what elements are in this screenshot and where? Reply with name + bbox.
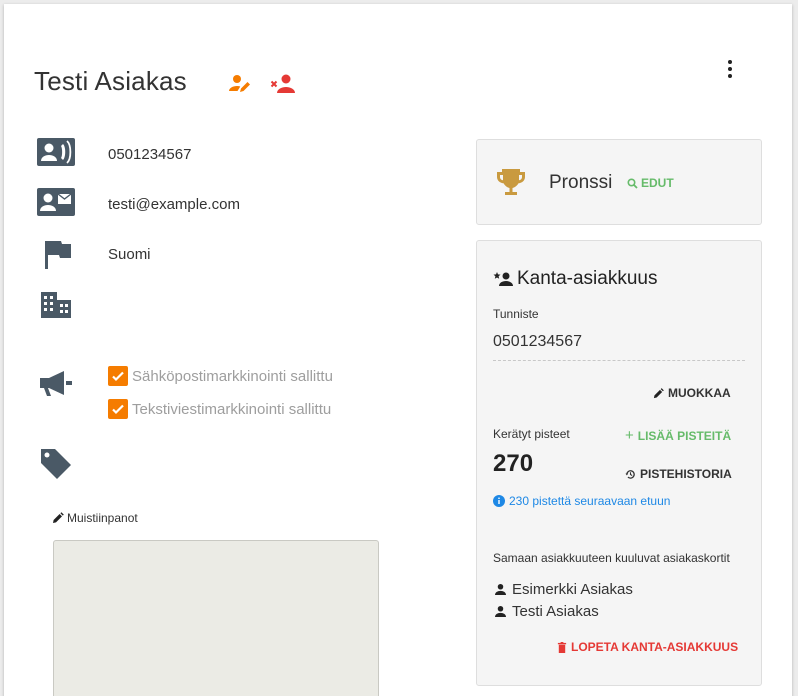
flag-icon	[36, 238, 76, 270]
pencil-icon	[53, 512, 64, 523]
tier-card: Pronssi EDUT	[476, 139, 762, 225]
notes-label: Muistiinpanot	[52, 511, 138, 525]
history-icon	[625, 469, 635, 479]
sms-marketing-row[interactable]: Tekstiviestimarkkinointi sallittu	[108, 399, 331, 419]
edit-customer-icon[interactable]	[228, 72, 252, 96]
sms-marketing-checkbox[interactable]	[108, 399, 128, 419]
points-history-button[interactable]: PISTEHISTORIA	[625, 467, 732, 481]
more-vert-icon[interactable]	[718, 58, 742, 82]
email-marketing-row[interactable]: Sähköpostimarkkinointi sallittu	[108, 366, 333, 386]
next-benefit-text: 230 pistettä seuraavaan etuun	[509, 494, 671, 508]
loyalty-card: Kanta-asiakkuus Tunniste 0501234567 MUOK…	[476, 240, 762, 686]
info-icon	[493, 495, 505, 507]
tag-icon	[36, 446, 76, 479]
add-points-button[interactable]: + LISÄÄ PISTEITÄ	[625, 427, 732, 444]
delete-icon	[557, 641, 567, 653]
loyal-customer-icon	[493, 272, 513, 286]
id-label: Tunniste	[493, 307, 539, 321]
loyalty-title: Kanta-asiakkuus	[493, 268, 657, 290]
tier-name: Pronssi	[549, 172, 613, 193]
person-icon	[495, 584, 506, 595]
linked-card-name: Esimerkki Asiakas	[512, 581, 633, 598]
list-item[interactable]: Esimerkki Asiakas	[495, 581, 633, 598]
contact-phone-icon	[36, 136, 76, 168]
country-value: Suomi	[108, 246, 151, 263]
contact-mail-icon	[36, 186, 76, 218]
add-points-label: LISÄÄ PISTEITÄ	[637, 429, 732, 443]
points-label: Kerätyt pisteet	[493, 427, 570, 441]
end-loyalty-label: LOPETA KANTA-ASIAKKUUS	[571, 640, 739, 654]
end-loyalty-button[interactable]: LOPETA KANTA-ASIAKKUUS	[557, 640, 738, 654]
email-value: testi@example.com	[108, 196, 240, 213]
email-marketing-label: Sähköpostimarkkinointi sallittu	[132, 367, 333, 385]
trophy-icon	[495, 166, 527, 203]
customer-card: Testi Asiakas 0501234567 testi@example.c…	[4, 4, 792, 696]
business-icon	[36, 288, 76, 320]
points-history-label: PISTEHISTORIA	[640, 467, 732, 481]
customer-name: Testi Asiakas	[34, 66, 187, 96]
notes-label-text: Muistiinpanot	[67, 511, 138, 525]
plus-icon: +	[625, 427, 634, 444]
remove-customer-icon[interactable]	[270, 72, 295, 96]
points-value: 270	[493, 450, 534, 477]
next-benefit-info: 230 pistettä seuraavaan etuun	[493, 494, 670, 508]
loyalty-title-text: Kanta-asiakkuus	[517, 268, 658, 289]
linked-card-name: Testi Asiakas	[512, 603, 599, 620]
benefits-button-label: EDUT	[641, 176, 674, 190]
id-value: 0501234567	[493, 333, 745, 361]
list-item[interactable]: Testi Asiakas	[495, 603, 599, 620]
phone-value: 0501234567	[108, 146, 192, 163]
benefits-button[interactable]: EDUT	[627, 176, 674, 190]
edit-button-label: MUOKKAA	[668, 386, 731, 400]
notes-textarea[interactable]	[53, 540, 379, 696]
pencil-icon	[653, 387, 664, 398]
campaign-megaphone-icon	[36, 368, 76, 400]
search-icon	[627, 177, 638, 189]
linked-cards-label: Samaan asiakkuuteen kuuluvat asiakaskort…	[493, 551, 730, 565]
edit-button[interactable]: MUOKKAA	[653, 386, 731, 400]
email-marketing-checkbox[interactable]	[108, 366, 128, 386]
person-icon	[495, 606, 506, 617]
sms-marketing-label: Tekstiviestimarkkinointi sallittu	[132, 400, 332, 418]
